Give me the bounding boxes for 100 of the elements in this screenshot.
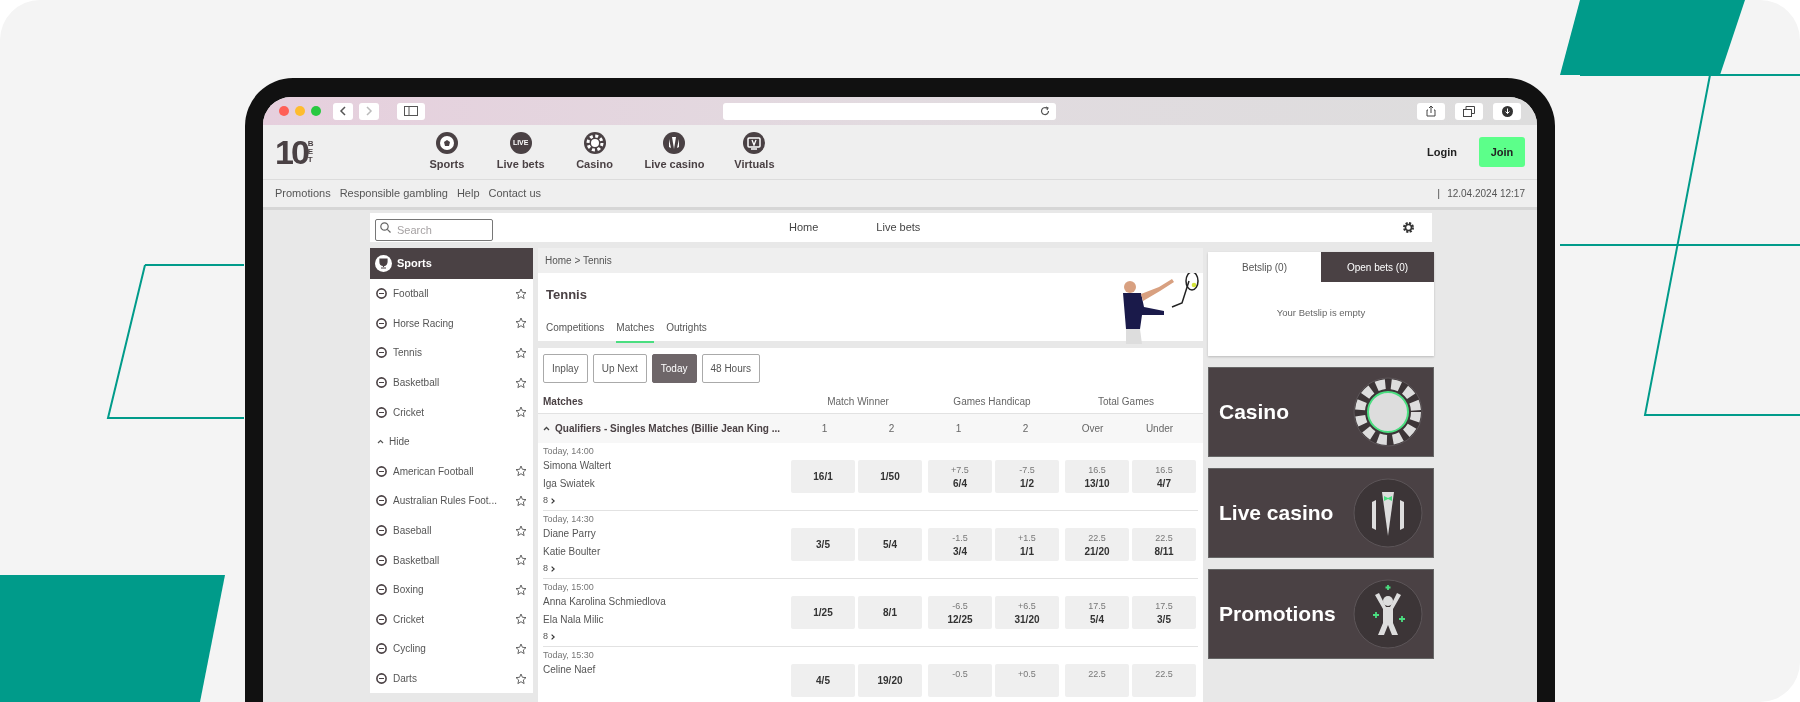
star-icon[interactable]	[515, 642, 527, 655]
casino-chip-icon	[583, 131, 606, 154]
tabs-button[interactable]	[1455, 102, 1483, 120]
odds-button[interactable]: 8/1	[858, 596, 922, 629]
odds-button[interactable]: 19/20	[858, 664, 922, 697]
odds-button[interactable]: 5/4	[858, 528, 922, 561]
tab[interactable]: Matches	[616, 319, 655, 343]
odds-button[interactable]: 1/50	[858, 460, 922, 493]
odds-button[interactable]: 22.5	[1065, 664, 1129, 697]
caret-icon	[377, 439, 384, 445]
odds-button[interactable]: 22.5	[1132, 664, 1196, 697]
subnav-link[interactable]: Help	[456, 185, 480, 202]
star-icon[interactable]	[515, 465, 527, 478]
odds-button[interactable]: +0.5	[995, 664, 1059, 697]
filter-button[interactable]: Inplay	[543, 354, 588, 383]
star-icon[interactable]	[515, 406, 527, 419]
sport-item[interactable]: American Football	[370, 456, 533, 487]
odds-button[interactable]: 3/5	[791, 528, 855, 561]
nav-link[interactable]: Virtuals	[718, 131, 791, 173]
search-field[interactable]: Search	[375, 218, 493, 241]
odds-button[interactable]: -7.5 1/2	[995, 460, 1059, 493]
promo-title: Promotions	[1219, 601, 1336, 628]
sport-item[interactable]: Cricket	[370, 397, 533, 427]
sport-item[interactable]: Cycling	[370, 634, 533, 664]
odds-button[interactable]: -6.5 12/25	[928, 596, 992, 629]
chevron-right-icon	[551, 634, 555, 640]
share-button[interactable]	[1417, 102, 1445, 120]
promo-banner[interactable]: Casino	[1208, 367, 1434, 457]
odds-button[interactable]: 17.5 5/4	[1065, 596, 1129, 629]
sport-item[interactable]: Football	[370, 279, 533, 309]
hide-toggle[interactable]: Hide	[370, 426, 533, 457]
promo-title: Live casino	[1219, 500, 1334, 527]
casino-chip-icon	[1353, 377, 1423, 447]
odds-button[interactable]: +7.5 6/4	[928, 460, 992, 493]
more-markets-link[interactable]: 8	[543, 561, 791, 577]
star-icon[interactable]	[515, 317, 527, 330]
subnav-link[interactable]: Contact us	[488, 185, 542, 202]
sidebar-toggle-button[interactable]	[397, 102, 425, 120]
odds-button[interactable]: +1.5 1/1	[995, 528, 1059, 561]
sport-item[interactable]: Cricket	[370, 604, 533, 635]
filter-button[interactable]: Today	[651, 354, 697, 383]
search-icon	[380, 222, 391, 233]
top-link[interactable]: Live bets	[876, 219, 921, 236]
nav-link[interactable]: Casino	[558, 131, 631, 173]
odds-button[interactable]: 17.5 3/5	[1132, 596, 1196, 629]
sport-label: American Football	[393, 464, 474, 479]
odds-button[interactable]: -0.5	[928, 664, 992, 697]
odds-button[interactable]: -1.5 3/4	[928, 528, 992, 561]
star-icon[interactable]	[515, 672, 527, 685]
star-icon[interactable]	[515, 376, 527, 389]
settings-icon[interactable]	[1402, 221, 1415, 234]
more-markets-link[interactable]: 8	[543, 629, 791, 645]
star-icon[interactable]	[515, 287, 527, 300]
star-icon[interactable]	[515, 347, 527, 359]
sport-item[interactable]: Baseball	[370, 515, 533, 546]
subnav-link[interactable]: Responsible gambling	[339, 185, 448, 202]
nav-link[interactable]: Sports	[410, 131, 483, 173]
competition-row[interactable]: Qualifiers - Singles Matches (Billie Jean King ... 1 2 1 2 Over Under	[538, 413, 1203, 443]
sport-label: Basketball	[393, 553, 440, 568]
subnav-link[interactable]: Promotions	[275, 185, 331, 202]
download-button[interactable]	[1493, 102, 1521, 120]
breadcrumb: Home > Tennis	[538, 248, 1203, 273]
star-icon[interactable]	[515, 494, 527, 507]
top-link[interactable]: Home	[789, 219, 819, 236]
sport-item[interactable]: Basketball	[370, 367, 533, 398]
odds-button[interactable]: 22.5 21/20	[1065, 528, 1129, 561]
back-button[interactable]	[333, 102, 353, 120]
sport-item[interactable]: Basketball	[370, 545, 533, 575]
odds-button[interactable]: 22.5 8/11	[1132, 528, 1196, 561]
tab[interactable]: Outrights	[666, 319, 707, 343]
sport-item[interactable]: Australian Rules Foot...	[370, 486, 533, 516]
address-field[interactable]	[723, 102, 1056, 120]
reload-icon[interactable]	[1040, 106, 1050, 116]
star-icon[interactable]	[515, 583, 527, 596]
star-icon[interactable]	[515, 613, 527, 626]
odds-button[interactable]: +6.5 31/20	[995, 596, 1059, 629]
star-icon[interactable]	[515, 554, 527, 567]
star-icon[interactable]	[515, 524, 527, 537]
empty-betslip-message: Your Betslip is empty	[1275, 306, 1367, 320]
promo-banner[interactable]: Live casino	[1208, 468, 1434, 558]
odds-button[interactable]: 16.5 13/10	[1065, 460, 1129, 493]
filter-button[interactable]: 48 Hours	[701, 354, 761, 383]
more-markets-link[interactable]: 8	[543, 493, 791, 509]
sport-item[interactable]: Tennis	[370, 338, 533, 368]
betslip-tab[interactable]: Betslip (0)	[1208, 252, 1321, 282]
betslip-tab[interactable]: Open bets (0)	[1321, 252, 1434, 282]
tab[interactable]: Competitions	[546, 319, 605, 343]
odds-button[interactable]: 16.5 4/7	[1132, 460, 1196, 493]
match-time: Today, 15:30	[543, 648, 595, 662]
login-button[interactable]: Login	[1415, 143, 1469, 161]
filter-button[interactable]: Up Next	[592, 354, 647, 383]
odds-button[interactable]: 4/5	[791, 664, 855, 697]
nav-link[interactable]: Live casino	[630, 131, 719, 173]
odds-button[interactable]: 16/1	[791, 460, 855, 493]
promo-banner[interactable]: Promotions	[1208, 569, 1434, 659]
join-button[interactable]: Join	[1479, 137, 1525, 167]
sport-item[interactable]: Horse Racing	[370, 308, 533, 339]
sport-item[interactable]: Darts	[370, 663, 533, 694]
sport-item[interactable]: Boxing	[370, 574, 533, 605]
odds-button[interactable]: 1/25	[791, 596, 855, 629]
